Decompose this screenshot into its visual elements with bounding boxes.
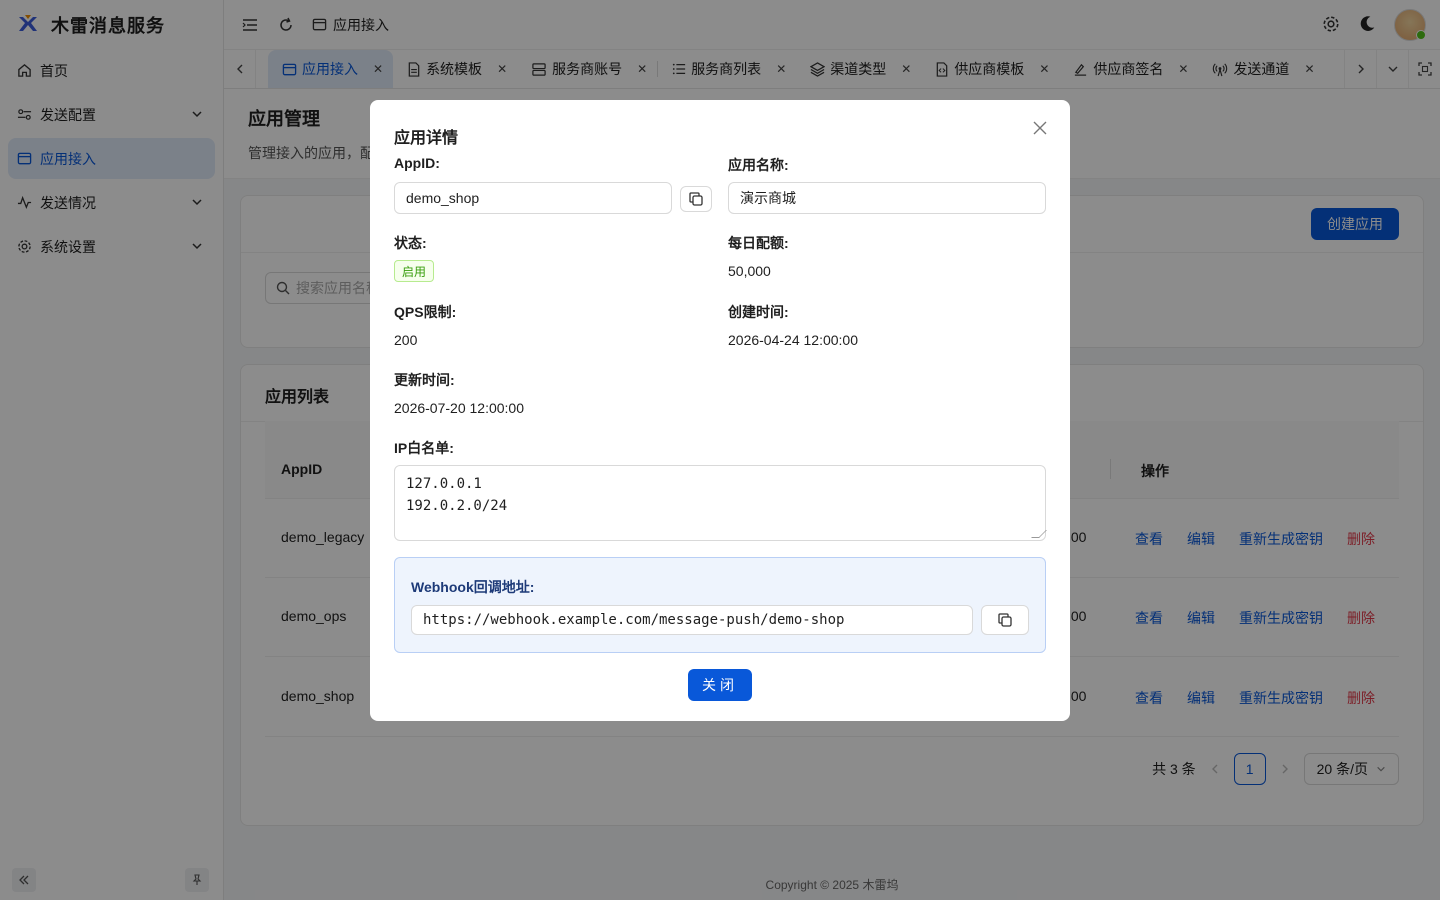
daily-quota-label: 每日配额: bbox=[728, 235, 789, 251]
app-detail-modal: 应用详情 AppID: demo_shop 应用名称: 演示商城 状态: 启用 … bbox=[370, 100, 1070, 721]
appid-field[interactable]: demo_shop bbox=[394, 182, 672, 214]
copy-icon bbox=[998, 613, 1012, 627]
ip-whitelist-textarea[interactable]: 127.0.0.1 192.0.2.0/24 bbox=[394, 465, 1047, 541]
created-time-label: 创建时间: bbox=[728, 304, 789, 320]
created-time-value: 2026-04-24 12:00:00 bbox=[728, 332, 858, 348]
copy-icon bbox=[689, 192, 703, 206]
app-name-field[interactable]: 演示商城 bbox=[728, 182, 1046, 214]
daily-quota-value: 50,000 bbox=[728, 263, 771, 279]
qps-limit-value: 200 bbox=[394, 332, 418, 348]
status-label: 状态: bbox=[394, 235, 427, 251]
app-name-label: 应用名称: bbox=[728, 157, 789, 173]
copy-appid-button[interactable] bbox=[680, 186, 712, 212]
updated-time-label: 更新时间: bbox=[394, 372, 455, 388]
ip-whitelist-label: IP白名单: bbox=[394, 440, 454, 456]
webhook-url-field[interactable]: https://webhook.example.com/message-push… bbox=[411, 605, 973, 635]
appid-label: AppID: bbox=[394, 155, 440, 171]
close-icon bbox=[1033, 121, 1047, 135]
modal-close-button[interactable] bbox=[1030, 118, 1050, 138]
updated-time-value: 2026-07-20 12:00:00 bbox=[394, 400, 524, 416]
copy-webhook-button[interactable] bbox=[981, 605, 1029, 635]
modal-title: 应用详情 bbox=[394, 130, 459, 147]
webhook-label: Webhook回调地址: bbox=[411, 579, 535, 595]
resize-handle[interactable] bbox=[1031, 530, 1047, 538]
status-badge: 启用 bbox=[394, 260, 435, 282]
webhook-panel: Webhook回调地址: https://webhook.example.com… bbox=[394, 557, 1046, 653]
ip-whitelist-value: 127.0.0.1 192.0.2.0/24 bbox=[406, 476, 508, 514]
qps-limit-label: QPS限制: bbox=[394, 304, 457, 320]
close-button[interactable]: 关闭 bbox=[688, 669, 752, 701]
